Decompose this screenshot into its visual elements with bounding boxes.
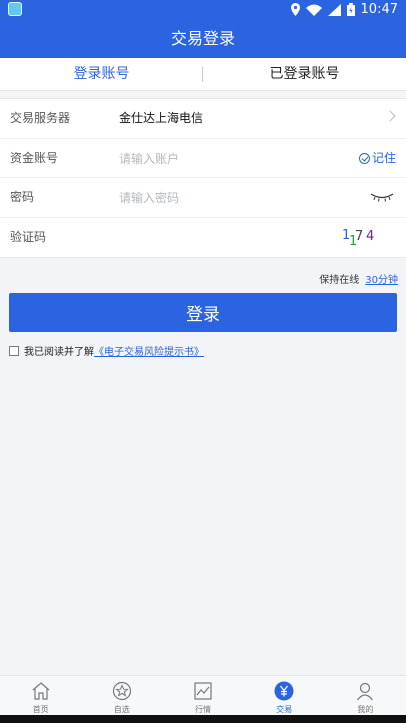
remember-label: 记住	[371, 150, 396, 165]
captcha-input[interactable]	[119, 227, 339, 248]
account-input[interactable]	[119, 148, 339, 169]
page-title: 交易登录	[0, 20, 406, 58]
chevron-right-icon	[384, 110, 396, 122]
yen-icon	[274, 681, 294, 701]
password-input[interactable]	[119, 188, 339, 208]
tab-divider	[202, 67, 203, 82]
captcha-row: 验证码 1 1 7 4	[0, 218, 406, 258]
eye-closed-icon[interactable]	[370, 191, 394, 203]
risk-disclosure-link[interactable]: 《电子交易风险提示书》	[94, 343, 204, 358]
nav-label-trade: 交易	[276, 705, 293, 714]
server-row[interactable]: 交易服务器 金仕达上海电信	[0, 99, 406, 139]
server-value: 金仕达上海电信	[119, 111, 204, 125]
tab-logged-in-accounts[interactable]: 已登录账号	[203, 58, 406, 90]
battery-icon	[346, 3, 355, 16]
nav-label-watchlist: 自选	[113, 705, 130, 714]
tab-login-account[interactable]: 登录账号	[0, 58, 203, 90]
login-button[interactable]: 登录	[9, 293, 397, 332]
star-icon	[112, 681, 131, 701]
app-notification-icon	[8, 2, 22, 16]
agreement-text: 我已阅读并了解	[24, 347, 94, 358]
keep-online-label: 保持在线	[319, 275, 360, 286]
user-icon	[357, 682, 374, 701]
bottom-nav: 首页 自选 行情 交易 我的	[0, 675, 406, 715]
location-icon	[290, 3, 300, 16]
status-bar: 10:47	[0, 0, 406, 20]
captcha-char: 7	[355, 228, 364, 244]
check-circle-icon	[358, 152, 370, 164]
keep-online: 保持在线 30分钟	[319, 271, 398, 286]
nav-item-watchlist[interactable]: 自选	[81, 676, 162, 715]
account-label: 资金账号	[10, 150, 59, 165]
agreement: 我已阅读并了解 《电子交易风险提示书》	[9, 343, 204, 358]
keep-online-duration[interactable]: 30分钟	[365, 271, 398, 286]
wifi-icon	[305, 4, 322, 16]
signal-icon	[327, 3, 341, 16]
system-bar	[0, 715, 406, 723]
password-label: 密码	[10, 190, 35, 204]
nav-item-trade[interactable]: 交易	[244, 676, 325, 715]
home-icon	[32, 682, 49, 700]
nav-label-profile: 我的	[357, 705, 374, 714]
login-form: 交易服务器 金仕达上海电信 资金账号 记住 密码 验证码 1 1 7 4	[0, 98, 406, 258]
server-label: 交易服务器	[10, 111, 71, 125]
chart-icon	[194, 682, 212, 700]
captcha-image[interactable]: 1 1 7 4	[342, 226, 382, 250]
agreement-checkbox[interactable]	[9, 345, 19, 356]
nav-item-market[interactable]: 行情	[162, 676, 243, 715]
nav-item-home[interactable]: 首页	[0, 676, 81, 715]
captcha-char: 4	[366, 228, 375, 244]
captcha-label: 验证码	[10, 229, 47, 244]
account-row: 资金账号 记住	[0, 139, 406, 178]
password-row: 密码	[0, 178, 406, 218]
nav-label-home: 首页	[32, 705, 49, 714]
login-tabs: 登录账号 已登录账号	[0, 58, 406, 91]
nav-label-market: 行情	[195, 705, 211, 714]
nav-item-profile[interactable]: 我的	[325, 676, 406, 715]
remember-toggle[interactable]: 记住	[358, 139, 396, 178]
status-time: 10:47	[360, 2, 398, 17]
